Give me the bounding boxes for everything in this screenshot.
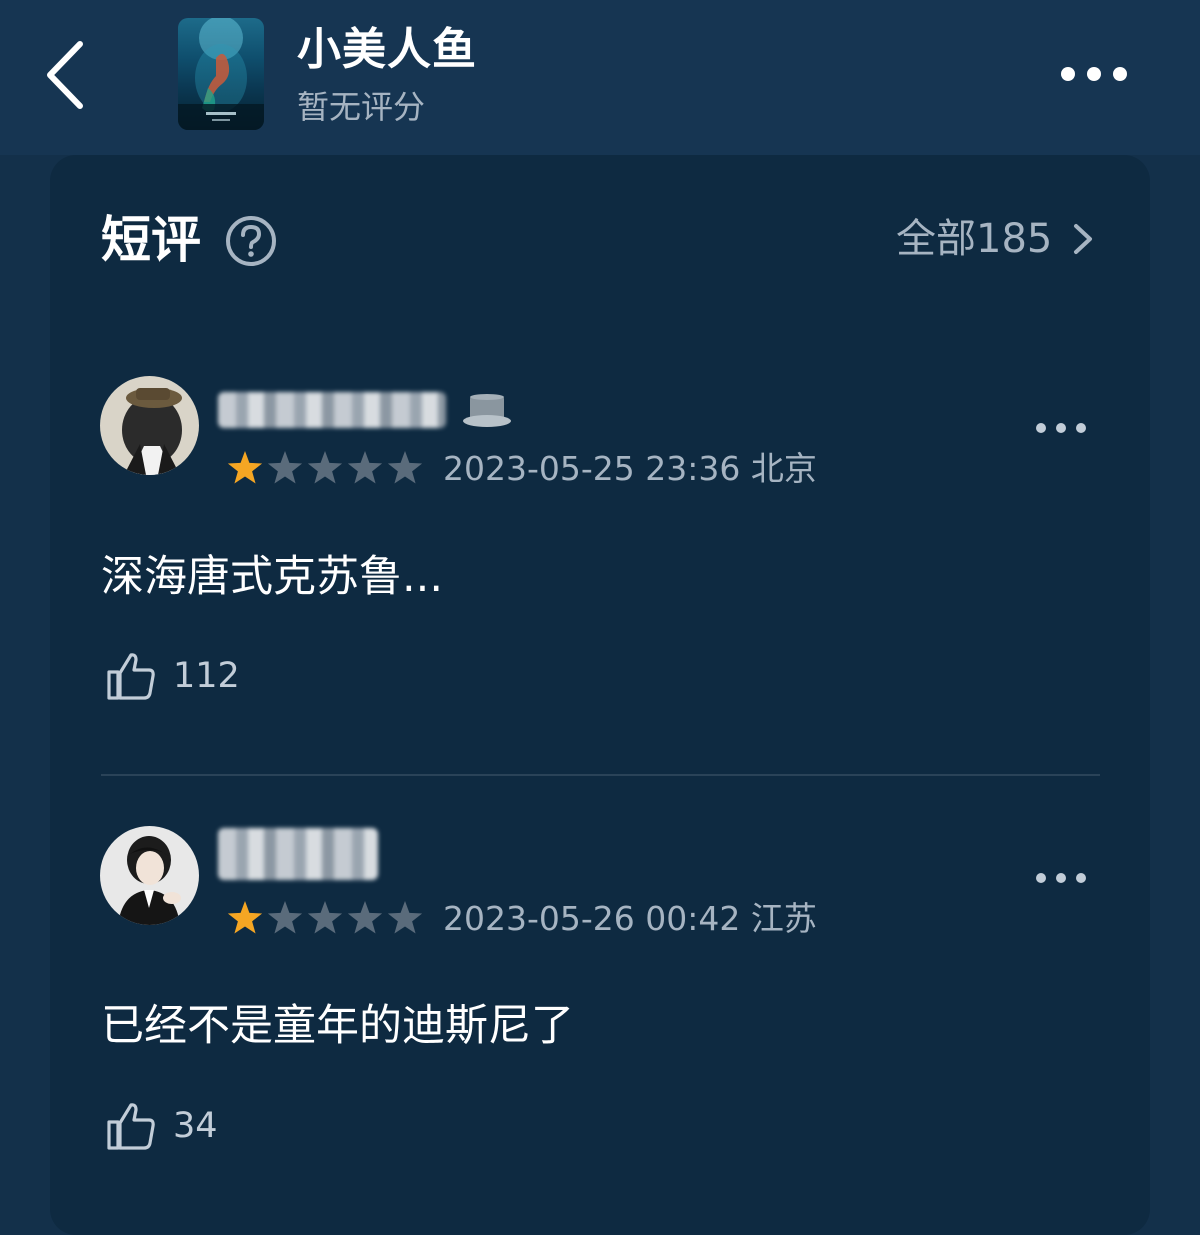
avatar[interactable] xyxy=(100,376,199,475)
review-text: 深海唐式克苏鲁... xyxy=(101,552,444,602)
star-icon xyxy=(387,451,423,484)
help-button[interactable] xyxy=(224,214,278,268)
movie-poster[interactable] xyxy=(178,18,264,130)
like-button[interactable] xyxy=(105,650,157,702)
thumbs-up-icon xyxy=(107,653,155,700)
movie-rating-status: 暂无评分 xyxy=(297,88,426,126)
username-blurred[interactable] xyxy=(218,392,446,428)
chevron-left-icon xyxy=(47,41,83,109)
chevron-right-icon[interactable] xyxy=(1070,220,1096,258)
section-title: 短评 xyxy=(101,211,201,269)
user-avatar-image xyxy=(100,376,199,475)
question-circle-icon xyxy=(226,216,276,266)
more-horizontal-icon xyxy=(1036,423,1086,433)
review-datetime: 2023-05-26 00:42 xyxy=(443,899,741,938)
poster-image xyxy=(178,18,264,130)
more-horizontal-icon xyxy=(1036,873,1086,883)
like-button[interactable] xyxy=(105,1100,157,1152)
rating-stars xyxy=(226,448,426,488)
review-meta: 2023-05-26 00:42 江苏 xyxy=(443,899,817,939)
star-icon xyxy=(347,901,383,934)
star-icon xyxy=(307,451,343,484)
review-more-button[interactable] xyxy=(1033,416,1089,440)
movie-title: 小美人鱼 xyxy=(297,24,477,75)
like-count: 34 xyxy=(173,1106,218,1146)
like-count: 112 xyxy=(173,656,240,696)
review-text: 已经不是童年的迪斯尼了 xyxy=(101,1001,574,1051)
user-avatar-image xyxy=(100,826,199,925)
all-reviews-link[interactable]: 全部185 xyxy=(896,212,1052,266)
star-icon xyxy=(227,451,263,484)
rating-stars xyxy=(226,898,426,938)
star-icon xyxy=(267,451,303,484)
user-badge xyxy=(460,390,516,430)
review-divider xyxy=(101,774,1100,776)
more-options-button[interactable] xyxy=(1054,56,1134,92)
back-button[interactable] xyxy=(38,36,98,114)
thumbs-up-icon xyxy=(107,1103,155,1150)
more-horizontal-icon xyxy=(1061,67,1127,81)
review-meta: 2023-05-25 23:36 北京 xyxy=(443,449,817,489)
avatar[interactable] xyxy=(100,826,199,925)
star-icon xyxy=(267,901,303,934)
review-more-button[interactable] xyxy=(1033,866,1089,890)
review-datetime: 2023-05-25 23:36 xyxy=(443,449,741,488)
top-bar: 小美人鱼 暂无评分 xyxy=(0,0,1200,155)
star-icon xyxy=(307,901,343,934)
username-blurred[interactable] xyxy=(218,828,378,880)
star-icon xyxy=(347,451,383,484)
star-icon xyxy=(387,901,423,934)
star-icon xyxy=(227,901,263,934)
review-location: 江苏 xyxy=(750,899,817,938)
review-location: 北京 xyxy=(750,449,817,488)
